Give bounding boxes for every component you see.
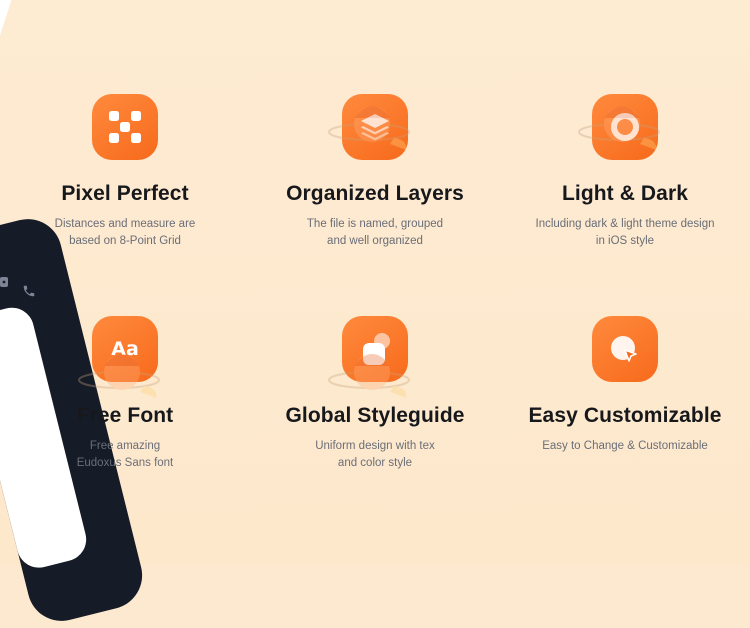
feature-card-organized-layers: Organized Layers The file is named, grou… bbox=[250, 94, 500, 250]
feature-description-line: The file is named, grouped bbox=[306, 218, 444, 230]
feature-icon-tile bbox=[592, 94, 658, 160]
feature-icon-tile: Aa bbox=[92, 316, 158, 382]
feature-description-line: Including dark & light theme design bbox=[535, 218, 715, 230]
feature-description-line: Distances and measure are bbox=[54, 218, 196, 230]
feature-title: Pixel Perfect bbox=[61, 182, 189, 205]
feature-description-line: Easy to Change & Customizable bbox=[542, 440, 708, 452]
feature-description-line: and color style bbox=[337, 457, 413, 469]
feature-icon-tile bbox=[92, 94, 158, 160]
feature-description-line: in iOS style bbox=[595, 235, 655, 247]
feature-description: Distances and measure are based on 8-Poi… bbox=[0, 216, 250, 250]
feature-description-line: Uniform design with tex bbox=[315, 440, 435, 452]
feature-title: Easy Customizable bbox=[528, 404, 722, 427]
feature-description: Including dark & light theme design in i… bbox=[500, 216, 750, 250]
feature-description: Free amazing Eudoxus Sans font bbox=[0, 438, 250, 472]
feature-icon-tile bbox=[592, 316, 658, 382]
cursor-icon bbox=[611, 336, 637, 362]
feature-card-light-dark: Light & Dark Including dark & light them… bbox=[500, 94, 750, 250]
feature-title: Global Styleguide bbox=[285, 404, 465, 427]
feature-description-line: Free amazing bbox=[89, 440, 161, 452]
feature-title: Free Font bbox=[76, 404, 174, 427]
feature-description: The file is named, grouped and well orga… bbox=[250, 216, 500, 250]
feature-description-line: and well organized bbox=[327, 235, 423, 247]
feature-title: Light & Dark bbox=[561, 182, 689, 205]
font-icon: Aa bbox=[111, 338, 139, 360]
layers-icon bbox=[361, 114, 389, 141]
feature-card-free-font: Aa Free Font Free amazing Eudoxus Sans f… bbox=[0, 316, 250, 472]
feature-card-pixel-perfect: Pixel Perfect Distances and measure are … bbox=[0, 94, 250, 250]
ring-icon bbox=[611, 113, 639, 141]
styleguide-icon bbox=[363, 333, 390, 365]
feature-icon-tile bbox=[342, 316, 408, 382]
feature-title: Organized Layers bbox=[286, 182, 464, 205]
feature-description: Easy to Change & Customizable bbox=[500, 438, 750, 455]
feature-card-easy-customizable: Easy Customizable Easy to Change & Custo… bbox=[500, 316, 750, 455]
feature-icon-tile bbox=[342, 94, 408, 160]
feature-card-global-styleguide: Global Styleguide Uniform design with te… bbox=[250, 316, 500, 472]
feature-grid: Pixel Perfect Distances and measure are … bbox=[0, 0, 750, 566]
feature-description: Uniform design with tex and color style bbox=[250, 438, 500, 472]
grid-checker-icon bbox=[109, 111, 141, 143]
feature-description-line: Eudoxus Sans font bbox=[76, 457, 174, 469]
feature-description-line: based on 8-Point Grid bbox=[69, 235, 181, 247]
